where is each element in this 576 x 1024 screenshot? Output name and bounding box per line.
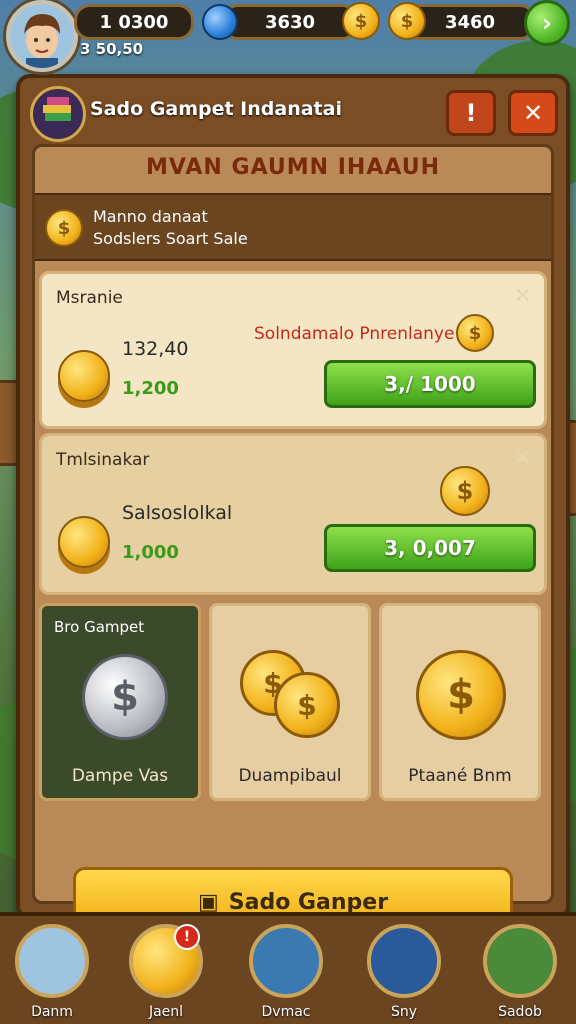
nav-item-profile[interactable]: Danm bbox=[4, 924, 100, 1024]
nav-label: Sny bbox=[390, 1004, 418, 1020]
offer-amount: Salsoslolkal bbox=[122, 502, 233, 524]
dismiss-offer-icon[interactable]: ✕ bbox=[514, 284, 532, 309]
big-coin-icon: $ bbox=[416, 650, 506, 740]
nav-label: Jaenl bbox=[148, 1004, 184, 1020]
offer-bonus: 1,000 bbox=[122, 542, 179, 563]
buy-button[interactable]: 3,/ 1000 bbox=[324, 360, 536, 408]
coin-icon: $ bbox=[456, 314, 494, 352]
tile-label: Dampe Vas bbox=[71, 766, 169, 786]
primary-count: 1 0300 bbox=[99, 11, 169, 33]
nav-item-build[interactable]: Dvmac bbox=[238, 924, 334, 1024]
silver-coin-icon: $ bbox=[82, 654, 168, 740]
coin-pile-icon: $ bbox=[274, 672, 340, 738]
purchase-label: Sado Ganper bbox=[228, 889, 389, 915]
bundle-tiles: Bro Gampet $ Dampe Vas $ $ Duampibaul $ bbox=[39, 603, 547, 801]
offer-title: Msranie bbox=[56, 288, 123, 308]
primary-counter: 1 0300 bbox=[74, 4, 194, 40]
offer-bonus: 1,200 bbox=[122, 378, 179, 399]
buy-button[interactable]: 3, 0,007 bbox=[324, 524, 536, 572]
info-button[interactable]: ! bbox=[446, 90, 496, 136]
coin-stack-icon bbox=[58, 350, 110, 402]
cards-icon bbox=[483, 924, 557, 998]
coin-icon: $ bbox=[388, 2, 426, 40]
bottom-nav: Danm ! Jaenl Dvmac Sny Sadob bbox=[0, 912, 576, 1024]
nav-label: Danm bbox=[31, 1004, 73, 1020]
player-avatar[interactable] bbox=[6, 0, 78, 72]
ticket-icon: ▣ bbox=[197, 889, 219, 915]
secondary-count: 3 50,50 bbox=[80, 40, 144, 58]
add-gems-icon[interactable]: $ bbox=[342, 2, 380, 40]
gem-icon bbox=[202, 4, 238, 40]
offer-promo: Solndamalo Pnrenlanye bbox=[254, 324, 455, 344]
coin-icon: $ bbox=[440, 466, 490, 516]
offer-card: Tmlsinakar ✕ Salsoslolkal 1,000 $ 3, 0,0… bbox=[39, 433, 547, 595]
tile-label: Duampibaul bbox=[238, 766, 342, 786]
close-icon: ✕ bbox=[522, 99, 544, 127]
offer-amount: 132,40 bbox=[122, 338, 189, 360]
gems-count: 3630 bbox=[264, 11, 316, 33]
nav-item-cards[interactable]: Sadob bbox=[472, 924, 568, 1024]
panel-title: Sado Gampet Indanatai bbox=[90, 98, 342, 120]
panel-header: Sado Gampet Indanatai ! ✕ bbox=[20, 78, 566, 144]
arrow-right-icon: › bbox=[542, 9, 552, 37]
tile-badge: Bro Gampet bbox=[54, 618, 145, 636]
notification-badge: ! bbox=[174, 924, 200, 950]
nav-label: Sadob bbox=[498, 1004, 542, 1020]
bundle-tile[interactable]: Bro Gampet $ Dampe Vas bbox=[39, 603, 201, 801]
close-button[interactable]: ✕ bbox=[508, 90, 558, 136]
profile-icon bbox=[15, 924, 89, 998]
offer-title: Tmlsinakar bbox=[56, 450, 150, 470]
bundle-tile[interactable]: $ $ Duampibaul bbox=[209, 603, 371, 801]
offer-card: Msranie ✕ 132,40 1,200 Solndamalo Pnrenl… bbox=[39, 271, 547, 429]
build-icon bbox=[249, 924, 323, 998]
next-button[interactable]: › bbox=[524, 0, 570, 46]
panel-body: MVAN GAUMN IHAAUH $ Manno danaat Sodsler… bbox=[32, 144, 554, 937]
shop-panel: Sado Gampet Indanatai ! ✕ MVAN GAUMN IHA… bbox=[16, 74, 570, 937]
info-icon: ! bbox=[465, 99, 477, 127]
tile-label: Ptaané Bnm bbox=[408, 766, 512, 786]
gems-counter: 3630 bbox=[222, 4, 358, 40]
gem-coin-icon bbox=[58, 516, 110, 568]
dismiss-offer-icon[interactable]: ✕ bbox=[514, 446, 532, 471]
coin-icon: $ bbox=[45, 209, 83, 247]
tools-icon bbox=[367, 924, 441, 998]
sale-line-2: Sodslers Soart Sale bbox=[93, 229, 248, 248]
coins-count: 3460 bbox=[444, 11, 496, 33]
nav-label: Dvmac bbox=[261, 1004, 311, 1020]
sale-line-1: Manno danaat bbox=[93, 207, 208, 226]
sale-header: $ Manno danaat Sodslers Soart Sale bbox=[35, 193, 551, 261]
bundle-tile[interactable]: $ Ptaané Bnm bbox=[379, 603, 541, 801]
sale-banner: MVAN GAUMN IHAAUH bbox=[145, 155, 440, 180]
books-icon bbox=[30, 86, 86, 142]
nav-item-tools[interactable]: Sny bbox=[356, 924, 452, 1024]
top-hud: 1 0300 3 50,50 3630 $ 3460 $ › bbox=[0, 0, 576, 72]
nav-item-coins[interactable]: ! Jaenl bbox=[118, 924, 214, 1024]
